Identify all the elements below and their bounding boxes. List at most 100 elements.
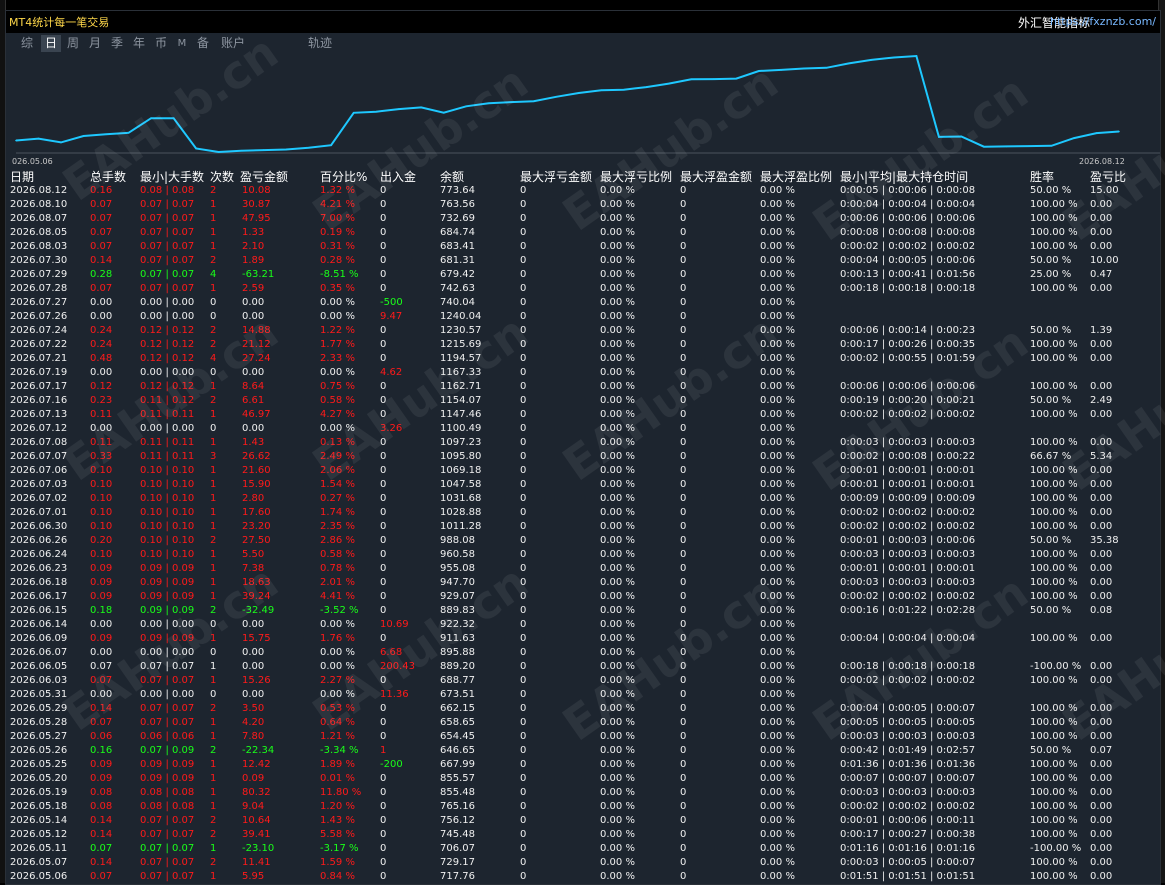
cell-date: 2026.08.03 <box>10 241 68 252</box>
balance-point <box>240 149 242 152</box>
cell-count: 2 <box>210 815 217 826</box>
tab-summary[interactable]: 综 <box>17 35 37 52</box>
cell-minmax: 0.09 | 0.09 <box>140 563 195 574</box>
cell-mfp: 0 <box>680 801 687 812</box>
cell-lots: 0.08 <box>90 787 113 798</box>
header-max-float-loss: 最大浮亏金额 <box>520 170 593 184</box>
cell-lots: 0.14 <box>90 857 113 868</box>
cell-win: 100.00 % <box>1030 717 1078 728</box>
site-url-link[interactable]: https://fxznzb.com/ <box>1050 15 1156 28</box>
cell-pct: 0.58 % <box>320 395 355 406</box>
balance-point <box>510 101 512 103</box>
tab-notes[interactable]: 备 <box>193 35 213 52</box>
cell-lots: 0.07 <box>90 241 113 252</box>
cell-count: 0 <box>210 619 217 630</box>
cell-pl: 9.04 <box>242 801 265 812</box>
header-hold-time: 最小|平均|最大持仓时间 <box>840 170 969 184</box>
cell-mflr: 0.00 % <box>600 605 635 616</box>
table-header: 日期 总手数 最小|大手数 次数 盈亏金额 百分比% 出入金 余额 最大浮亏金额… <box>6 168 1160 184</box>
cell-mfp: 0 <box>680 759 687 770</box>
cell-win: 100.00 % <box>1030 437 1078 448</box>
cell-mfpr: 0.00 % <box>760 591 795 602</box>
cell-lots: 0.16 <box>90 185 113 196</box>
cell-date: 2026.06.23 <box>10 563 68 574</box>
cell-mfp: 0 <box>680 381 687 392</box>
tab-year[interactable]: 年 <box>129 35 149 52</box>
table-row: 2026.05.18 0.08 0.08 | 0.08 1 9.04 1.20 % 0 765… <box>6 800 1160 814</box>
table-row: 2026.05.31 0.00 0.00 | 0.00 0 0.00 0.00 % 11.3… <box>6 688 1160 702</box>
balance-point <box>825 67 828 69</box>
cell-count: 3 <box>210 451 217 462</box>
cell-inout: 1 <box>380 745 387 756</box>
cell-pl: 10.64 <box>242 815 271 826</box>
cell-win: 25.00 % <box>1030 269 1072 280</box>
cell-minmax: 0.10 | 0.10 <box>140 549 195 560</box>
cell-mflr: 0.00 % <box>600 815 635 826</box>
cell-bal: 947.70 <box>440 577 475 588</box>
cell-pl: 10.08 <box>242 185 271 196</box>
cell-minmax: 0.07 | 0.07 <box>140 269 195 280</box>
cell-minmax: 0.07 | 0.07 <box>140 871 195 882</box>
cell-mfpr: 0.00 % <box>760 857 795 868</box>
cell-mfp: 0 <box>680 255 687 266</box>
cell-bal: 1097.23 <box>440 437 482 448</box>
cell-count: 1 <box>210 591 217 602</box>
cell-lots: 0.11 <box>90 437 113 448</box>
cell-pl: 2.80 <box>242 493 265 504</box>
tab-account[interactable]: 账户 <box>218 35 248 52</box>
cell-lots: 0.14 <box>90 255 113 266</box>
cell-pct: 0.28 % <box>320 255 355 266</box>
cell-bal: 1047.58 <box>440 479 482 490</box>
cell-mfp: 0 <box>680 661 687 672</box>
cell-mflr: 0.00 % <box>600 521 635 532</box>
cell-mfl: 0 <box>520 479 527 490</box>
cell-count: 0 <box>210 689 217 700</box>
cell-lots: 0.48 <box>90 353 113 364</box>
tab-day[interactable]: 日 <box>41 35 61 52</box>
cell-win: 100.00 % <box>1030 353 1078 364</box>
cell-count: 1 <box>210 213 217 224</box>
cell-mflr: 0.00 % <box>600 339 635 350</box>
cell-mflr: 0.00 % <box>600 227 635 238</box>
tab-track[interactable]: 轨迹 <box>305 35 335 52</box>
cell-count: 2 <box>210 535 217 546</box>
header-max-float-loss-ratio: 最大浮亏比例 <box>600 170 673 184</box>
cell-mfp: 0 <box>680 773 687 784</box>
cell-bal: 673.51 <box>440 689 475 700</box>
cell-pct: 0.00 % <box>320 367 355 378</box>
cell-date: 2026.07.19 <box>10 367 68 378</box>
cell-count: 1 <box>210 773 217 784</box>
balance-point <box>352 112 355 114</box>
cell-bal: 683.41 <box>440 241 475 252</box>
tab-quarter[interactable]: 季 <box>107 35 127 52</box>
cell-inout: 0 <box>380 241 387 252</box>
cell-ratio: 0.00 <box>1090 731 1113 742</box>
balance-point <box>1073 137 1075 139</box>
tab-week[interactable]: 周 <box>63 35 83 52</box>
cell-inout: 0 <box>380 773 387 784</box>
tab-currency[interactable]: 币 <box>151 35 171 52</box>
cell-mfpr: 0.00 % <box>760 507 795 518</box>
cell-count: 1 <box>210 507 217 518</box>
cell-bal: 679.42 <box>440 269 475 280</box>
tab-month[interactable]: 月 <box>85 35 105 52</box>
cell-mfl: 0 <box>520 745 527 756</box>
cell-ratio: 0.00 <box>1090 815 1113 826</box>
balance-point <box>375 110 378 113</box>
cell-minmax: 0.07 | 0.07 <box>140 675 195 686</box>
cell-mfp: 0 <box>680 423 687 434</box>
cell-inout: 0 <box>380 437 387 448</box>
cell-mfpr: 0.00 % <box>760 255 795 266</box>
cell-lots: 0.14 <box>90 815 113 826</box>
cell-count: 0 <box>210 297 217 308</box>
cell-date: 2026.06.15 <box>10 605 68 616</box>
cell-pl: 2.10 <box>242 241 265 252</box>
cell-bal: 662.15 <box>440 703 475 714</box>
cell-bal: 1167.33 <box>440 367 482 378</box>
cell-date: 2026.06.09 <box>10 633 68 644</box>
balance-point <box>195 147 197 150</box>
tab-magic[interactable]: M <box>173 35 191 52</box>
cell-hold: 0:00:02 | 0:00:02 | 0:00:02 <box>840 241 976 252</box>
cell-mfp: 0 <box>680 829 687 840</box>
cell-pct: 0.01 % <box>320 773 355 784</box>
